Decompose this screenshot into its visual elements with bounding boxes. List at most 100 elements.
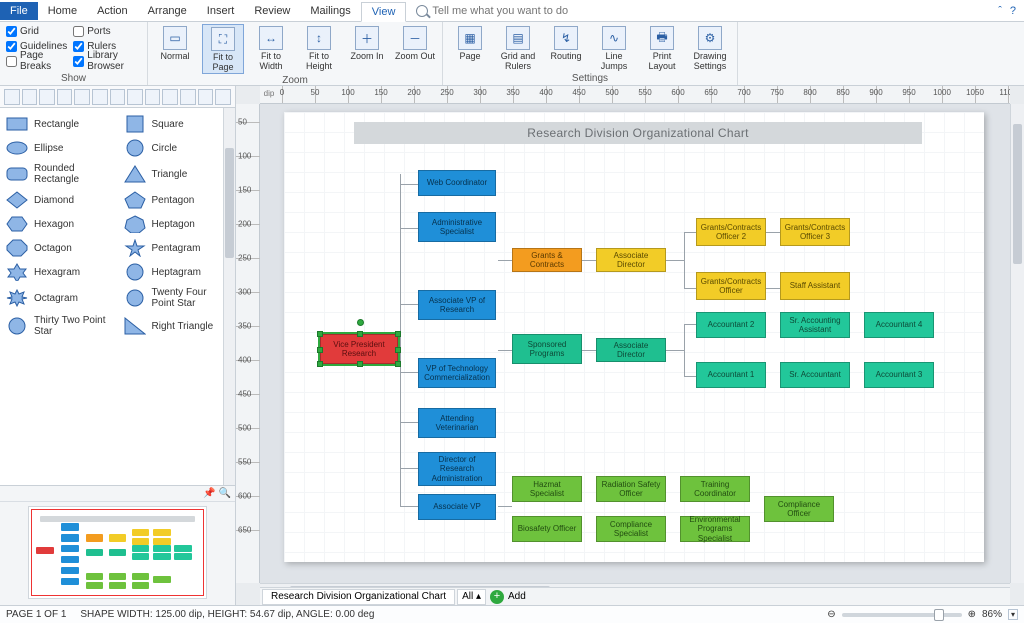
chk-library[interactable]: Library Browser	[73, 54, 141, 68]
zoom-in-icon[interactable]: ⊕	[968, 609, 976, 620]
shape-item[interactable]: Twenty Four Point Star	[118, 284, 236, 312]
tell-me-search[interactable]	[416, 5, 998, 17]
shape-item[interactable]: Hexagram	[0, 260, 118, 284]
tb-icon[interactable]	[145, 89, 161, 105]
zoom-slider[interactable]	[842, 613, 962, 617]
shape-item[interactable]: Triangle	[118, 160, 236, 188]
node-associate-vp[interactable]: Associate VP	[418, 494, 496, 520]
shape-item[interactable]: Square	[118, 112, 236, 136]
collapse-ribbon-icon[interactable]: ˆ	[998, 5, 1002, 17]
node-sr-accountant[interactable]: Sr. Accountant	[780, 362, 850, 388]
tb-icon[interactable]	[22, 89, 38, 105]
node-associate-director-gc[interactable]: Associate Director	[596, 248, 666, 272]
shape-item[interactable]: Thirty Two Point Star	[0, 312, 118, 340]
zoom-out-icon[interactable]: ⊖	[827, 609, 835, 620]
node-admin-specialist[interactable]: Administrative Specialist	[418, 212, 496, 242]
shape-item[interactable]: Pentagon	[118, 188, 236, 212]
palette-scrollbar[interactable]	[223, 108, 235, 485]
btn-page-settings[interactable]: ▦Page	[449, 24, 491, 62]
btn-routing[interactable]: ↯Routing	[545, 24, 587, 62]
btn-line-jumps[interactable]: ∿Line Jumps	[593, 24, 635, 72]
btn-zoom-in[interactable]: ＋Zoom In	[346, 24, 388, 62]
shape-item[interactable]: Heptagram	[118, 260, 236, 284]
node-sponsored-programs[interactable]: Sponsored Programs	[512, 334, 582, 364]
node-accountant-2[interactable]: Accountant 2	[696, 312, 766, 338]
node-web-coordinator[interactable]: Web Coordinator	[418, 170, 496, 196]
btn-print-layout[interactable]: 🖶Print Layout	[641, 24, 683, 72]
tab-home[interactable]: Home	[38, 2, 87, 20]
shape-item[interactable]: Ellipse	[0, 136, 118, 160]
node-associate-director-sp[interactable]: Associate Director	[596, 338, 666, 362]
mini-map[interactable]: 📌 🔍	[0, 485, 235, 605]
node-vp-research[interactable]: Vice President Research	[320, 334, 398, 364]
tab-insert[interactable]: Insert	[197, 2, 245, 20]
btn-drawing-settings[interactable]: ⚙Drawing Settings	[689, 24, 731, 72]
all-tab[interactable]: All ▴	[457, 589, 486, 605]
node-attending-vet[interactable]: Attending Veterinarian	[418, 408, 496, 438]
help-icon[interactable]: ?	[1010, 5, 1016, 17]
mini-search-icon[interactable]: 🔍	[219, 488, 231, 499]
shape-item[interactable]: Pentagram	[118, 236, 236, 260]
add-label[interactable]: Add	[508, 591, 526, 602]
tab-mailings[interactable]: Mailings	[300, 2, 360, 20]
node-vp-tech-commercialization[interactable]: VP of Technology Commercialization	[418, 358, 496, 388]
tab-view[interactable]: View	[361, 2, 407, 22]
node-gco3[interactable]: Grants/Contracts Officer 3	[780, 218, 850, 246]
node-environmental-programs[interactable]: Environmental Programs Specialist	[680, 516, 750, 542]
btn-zoom-out[interactable]: －Zoom Out	[394, 24, 436, 62]
tb-icon[interactable]	[74, 89, 90, 105]
tb-icon[interactable]	[92, 89, 108, 105]
node-training-coordinator[interactable]: Training Coordinator	[680, 476, 750, 502]
tab-review[interactable]: Review	[244, 2, 300, 20]
node-compliance-officer[interactable]: Compliance Officer	[764, 496, 834, 522]
chk-grid[interactable]: Grid	[6, 24, 67, 38]
search-input[interactable]	[432, 5, 652, 17]
shape-item[interactable]: Right Triangle	[118, 312, 236, 340]
zoom-dropdown-icon[interactable]: ▾	[1008, 609, 1018, 620]
node-sr-accounting-assistant[interactable]: Sr. Accounting Assistant	[780, 312, 850, 338]
tb-icon[interactable]	[215, 89, 231, 105]
shape-item[interactable]: Hexagon	[0, 212, 118, 236]
chk-page-breaks[interactable]: Page Breaks	[6, 54, 67, 68]
node-compliance-specialist[interactable]: Compliance Specialist	[596, 516, 666, 542]
drawing-page[interactable]: Research Division Organizational Chart	[284, 112, 984, 562]
tb-icon[interactable]	[57, 89, 73, 105]
chk-ports[interactable]: Ports	[73, 24, 141, 38]
tab-arrange[interactable]: Arrange	[138, 2, 197, 20]
node-gco[interactable]: Grants/Contracts Officer	[696, 272, 766, 300]
node-radiation-safety-officer[interactable]: Radiation Safety Officer	[596, 476, 666, 502]
node-gco2[interactable]: Grants/Contracts Officer 2	[696, 218, 766, 246]
mini-pin-icon[interactable]: 📌	[203, 488, 215, 499]
node-accountant-4[interactable]: Accountant 4	[864, 312, 934, 338]
tab-action[interactable]: Action	[87, 2, 138, 20]
node-accountant-1[interactable]: Accountant 1	[696, 362, 766, 388]
page-tab[interactable]: Research Division Organizational Chart	[262, 589, 455, 605]
add-page-icon[interactable]: +	[490, 590, 504, 604]
tb-icon[interactable]	[198, 89, 214, 105]
tb-icon[interactable]	[180, 89, 196, 105]
shape-item[interactable]: Rounded Rectangle	[0, 160, 118, 188]
btn-fit-width[interactable]: ↔Fit to Width	[250, 24, 292, 72]
btn-fit-page[interactable]: ⛶Fit to Page	[202, 24, 244, 74]
canvas-viewport[interactable]: Research Division Organizational Chart	[260, 104, 1010, 583]
shape-item[interactable]: Diamond	[0, 188, 118, 212]
node-hazmat-specialist[interactable]: Hazmat Specialist	[512, 476, 582, 502]
node-staff-assistant[interactable]: Staff Assistant	[780, 272, 850, 300]
tab-file[interactable]: File	[0, 2, 38, 20]
node-biosafety-officer[interactable]: Biosafety Officer	[512, 516, 582, 542]
tb-icon[interactable]	[110, 89, 126, 105]
shape-item[interactable]: Circle	[118, 136, 236, 160]
node-grants-contracts[interactable]: Grants & Contracts	[512, 248, 582, 272]
tb-icon[interactable]	[127, 89, 143, 105]
shape-item[interactable]: Octagon	[0, 236, 118, 260]
btn-normal[interactable]: ▭Normal	[154, 24, 196, 62]
node-associate-vp-research[interactable]: Associate VP of Research	[418, 290, 496, 320]
btn-fit-height[interactable]: ↕Fit to Height	[298, 24, 340, 72]
shape-item[interactable]: Heptagon	[118, 212, 236, 236]
shape-item[interactable]: Octagram	[0, 284, 118, 312]
tb-icon[interactable]	[162, 89, 178, 105]
tb-icon[interactable]	[39, 89, 55, 105]
node-accountant-3[interactable]: Accountant 3	[864, 362, 934, 388]
node-director-research-admin[interactable]: Director of Research Administration	[418, 452, 496, 486]
shape-item[interactable]: Rectangle	[0, 112, 118, 136]
